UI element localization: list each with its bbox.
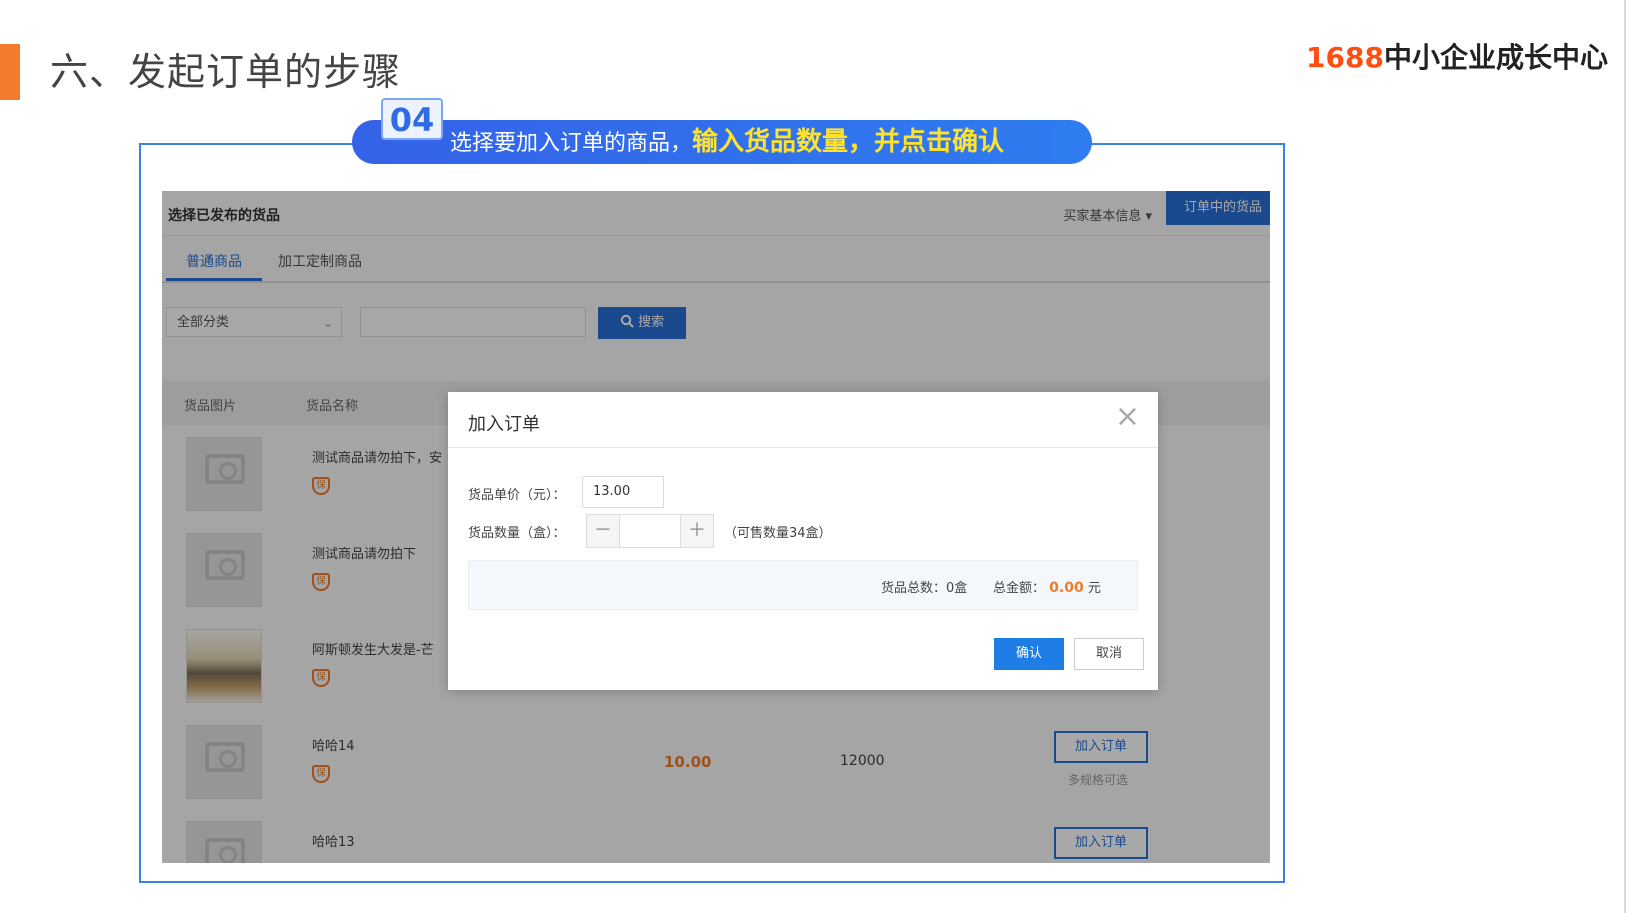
plus-icon[interactable]: ＋ [680, 515, 713, 547]
total-amount-label: 总金额： [993, 581, 1046, 596]
quantity-stepper: － ＋ [586, 514, 714, 548]
step-number-badge: 04 [381, 98, 443, 140]
order-summary: 货品总数：0盒 总金额： 0.00 元 [468, 560, 1138, 610]
step-instruction: 选择要加入订单的商品，输入货品数量，并点击确认 [450, 126, 1004, 160]
total-amount-value: 0.00 [1049, 580, 1084, 596]
currency-label: 元 [1087, 581, 1101, 596]
add-to-order-dialog: 加入订单 × 货品单价（元）： 13.00 货品数量（盒）： － ＋ （可售数量… [448, 392, 1158, 690]
total-amount: 总金额： 0.00 元 [993, 577, 1101, 596]
brand-text: 中小企业成长中心 [1383, 41, 1608, 74]
unit-price-label: 货品单价（元）： [468, 488, 566, 503]
dialog-divider [448, 447, 1158, 448]
quantity-label: 货品数量（盒）： [468, 526, 566, 541]
brand-logo: 1688中小企业成长中心 [1306, 38, 1608, 78]
cancel-button[interactable]: 取消 [1074, 638, 1144, 670]
slide-title: 六、发起订单的步骤 [50, 50, 402, 94]
total-count-value: 0盒 [946, 581, 968, 596]
step-instruction-plain: 选择要加入订单的商品， [450, 131, 693, 156]
step-instruction-highlight: 输入货品数量，并点击确认 [692, 127, 1005, 157]
dialog-title: 加入订单 [468, 414, 540, 435]
available-quantity: （可售数量34盒） [724, 526, 832, 541]
total-count: 货品总数：0盒 [881, 577, 967, 596]
unit-price-field[interactable]: 13.00 [582, 476, 664, 508]
close-icon[interactable]: × [1115, 402, 1140, 432]
total-count-label: 货品总数： [881, 581, 947, 596]
brand-number: 1688 [1306, 41, 1384, 74]
minus-icon[interactable]: － [587, 515, 620, 547]
title-accent-bar [0, 44, 20, 100]
confirm-button[interactable]: 确认 [994, 638, 1064, 670]
quantity-input[interactable] [620, 515, 682, 547]
